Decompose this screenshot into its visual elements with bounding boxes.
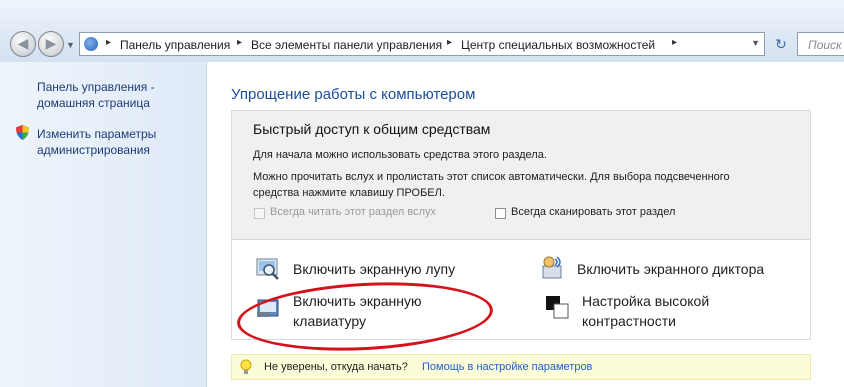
search-placeholder: Поиск: [808, 38, 842, 52]
help-settings-link[interactable]: Помощь в настройке параметров: [422, 361, 592, 373]
high-contrast-icon: [546, 296, 569, 319]
sidebar-home-link-line1: Панель управления -: [37, 80, 155, 94]
high-contrast-line1: Настройка высокой: [582, 293, 710, 309]
always-read-label: Всегда читать этот раздел вслух: [270, 206, 437, 218]
magnifier-icon: [256, 258, 279, 280]
sidebar-admin-link-line1: Изменить параметры: [37, 127, 157, 141]
window-chrome: ◀ ▶ ▼ ▸ Панель управления ▸ Все элементы…: [0, 0, 844, 62]
breadcrumb-separator-icon[interactable]: ▸: [237, 37, 242, 48]
hint-text: Не уверены, откуда начать?: [264, 361, 408, 373]
sidebar-admin-link-line2: администрирования: [37, 143, 150, 157]
quick-access-heading: Быстрый доступ к общим средствам: [253, 121, 491, 137]
hint-bar: Не уверены, откуда начать? Помощь в наст…: [231, 354, 811, 380]
always-scan-label: Всегда сканировать этот раздел: [511, 206, 676, 218]
always-read-checkbox[interactable]: [254, 208, 265, 219]
sidebar-home-link-line2: домашняя страница: [37, 96, 150, 110]
breadcrumb-control-panel[interactable]: Панель управления: [120, 38, 230, 52]
address-bar[interactable]: ▸ Панель управления ▸ Все элементы панел…: [79, 32, 765, 56]
sidebar: Панель управления - домашняя страница Из…: [0, 62, 207, 387]
lightbulb-icon: [240, 359, 252, 374]
sidebar-admin-link[interactable]: Изменить параметры администрирования: [37, 126, 156, 158]
refresh-icon: ↻: [775, 36, 787, 52]
magnifier-link[interactable]: Включить экранную лупу: [293, 259, 455, 279]
breadcrumb-separator-icon[interactable]: ▸: [106, 37, 111, 48]
control-panel-icon: [84, 37, 98, 51]
uac-shield-icon: [16, 125, 29, 140]
sidebar-home-link[interactable]: Панель управления - домашняя страница: [37, 79, 155, 111]
narrator-icon: [542, 256, 562, 279]
back-button[interactable]: ◀: [10, 31, 36, 57]
address-history-dropdown[interactable]: ▼: [751, 38, 760, 48]
search-input[interactable]: Поиск: [797, 32, 844, 56]
breadcrumb-separator-icon[interactable]: ▸: [672, 37, 677, 48]
quick-access-instructions: Можно прочитать вслух и пролистать этот …: [253, 171, 730, 199]
forward-button[interactable]: ▶: [38, 31, 64, 57]
forward-arrow-icon: ▶: [45, 35, 57, 51]
quick-access-text: Для начала можно использовать средства э…: [253, 149, 547, 161]
breadcrumb-all-items[interactable]: Все элементы панели управления: [251, 38, 442, 52]
recent-pages-dropdown[interactable]: ▼: [66, 40, 75, 50]
back-arrow-icon: ◀: [17, 35, 29, 51]
quick-access-section: Быстрый доступ к общим средствам Для нач…: [232, 111, 810, 240]
narrator-link[interactable]: Включить экранного диктора: [577, 259, 764, 279]
high-contrast-line2: контрастности: [582, 313, 676, 329]
page-title: Упрощение работы с компьютером: [231, 86, 476, 103]
breadcrumb-separator-icon[interactable]: ▸: [447, 37, 452, 48]
refresh-button[interactable]: ↻: [770, 33, 792, 55]
breadcrumb-ease-of-access[interactable]: Центр специальных возможностей: [461, 38, 655, 52]
high-contrast-link[interactable]: Настройка высокой контрастности: [582, 291, 709, 331]
always-scan-checkbox[interactable]: [495, 208, 506, 219]
